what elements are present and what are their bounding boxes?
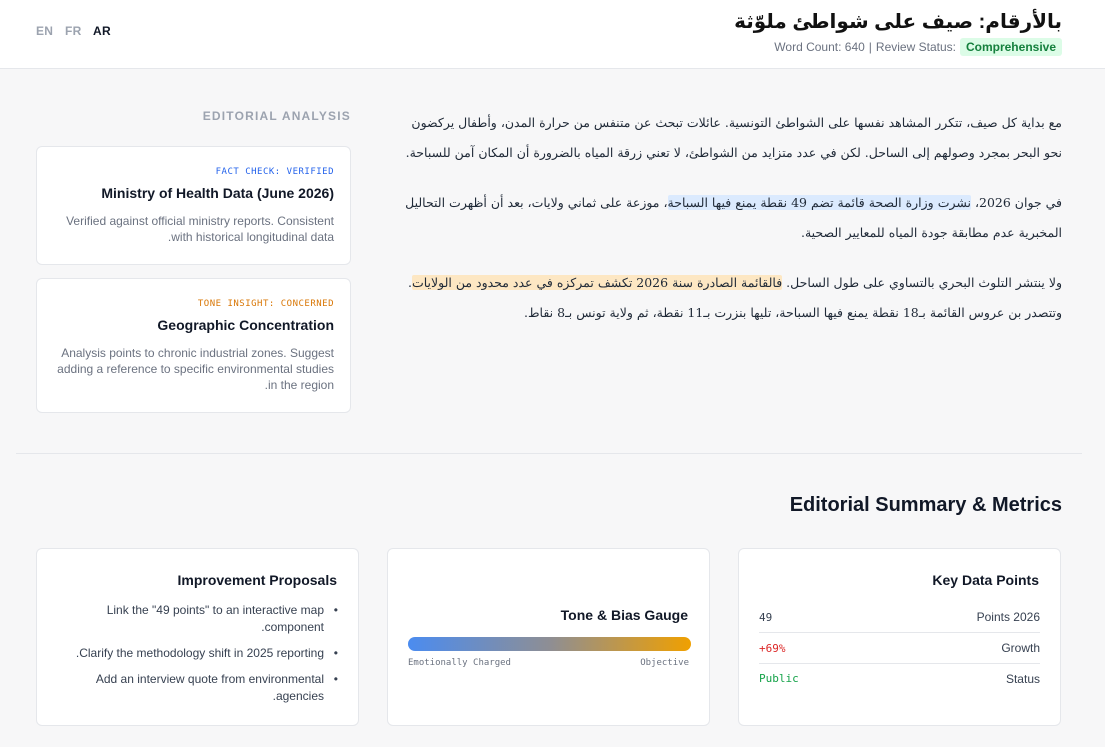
editorial-analysis-heading: EDITORIAL ANALYSIS	[202, 109, 351, 123]
review-status-badge: Comprehensive	[959, 38, 1062, 56]
meta-separator: |	[868, 40, 872, 54]
section-divider	[16, 453, 1082, 454]
review-status-label: Review Status:	[875, 40, 956, 54]
article-paragraph-2: في جوان 2026، نشرت وزارة الصحة قائمة تضم…	[402, 188, 1062, 248]
gauge-left-label: Emotionally Charged	[408, 658, 511, 668]
fact-check-title: Ministry of Health Data (June 2026)	[101, 185, 334, 201]
article-meta: Word Count: 640 | Review Status: Compreh…	[774, 38, 1062, 56]
proposal-item: Clarify the methodology shift in 2025 re…	[58, 645, 338, 662]
key-data-points-title: Key Data Points	[932, 572, 1039, 588]
page-header: EN FR AR بالأرقام: صيف على شواطئ ملوّثة …	[0, 0, 1105, 69]
fact-check-highlight[interactable]: نشرت وزارة الصحة قائمة تضم 49 نقطة يمنع …	[667, 195, 971, 210]
improvement-proposals-card: Improvement Proposals Link the "49 point…	[36, 548, 359, 726]
tone-bias-gauge-title: Tone & Bias Gauge	[560, 607, 688, 623]
tone-bias-gauge-card: Tone & Bias Gauge Emotionally Charged Ob…	[387, 548, 710, 726]
tone-insight-tag: TONE INSIGHT: CONCERNED	[197, 299, 334, 309]
proposal-item: Add an interview quote from environmenta…	[58, 671, 338, 705]
data-point-row: 49 Points 2026	[759, 602, 1040, 633]
data-point-value: 49	[759, 610, 773, 624]
data-point-label: Status	[1005, 671, 1040, 686]
tone-insight-highlight[interactable]: فالقائمة الصادرة سنة 2026 تكشف تمركزه في…	[411, 275, 783, 290]
article-paragraph-1: مع بداية كل صيف، تتكرر المشاهد نفسها على…	[405, 115, 1062, 160]
tone-insight-card[interactable]: TONE INSIGHT: CONCERNED Geographic Conce…	[36, 278, 351, 413]
article-paragraph-3: ولا ينتشر التلوث البحري بالتساوي على طول…	[402, 268, 1062, 328]
gauge-right-label: Objective	[640, 658, 689, 668]
fact-check-body: Verified against official ministry repor…	[66, 214, 334, 244]
data-point-label: Growth	[1001, 641, 1040, 655]
p3-text-before: ولا ينتشر التلوث البحري بالتساوي على طول…	[782, 275, 1062, 290]
lang-ar-button[interactable]: AR	[93, 24, 111, 38]
proposals-list: Link the "49 points" to an interactive m…	[58, 602, 338, 714]
proposal-item: Link the "49 points" to an interactive m…	[58, 602, 338, 636]
article-body: مع بداية كل صيف، تتكرر المشاهد نفسها على…	[402, 108, 1062, 348]
tone-insight-body: Analysis points to chronic industrial zo…	[57, 346, 334, 392]
lang-en-button[interactable]: EN	[36, 24, 53, 38]
data-point-value: Public	[759, 672, 799, 685]
lang-fr-button[interactable]: FR	[65, 24, 82, 38]
key-data-points-card: Key Data Points 49 Points 2026 +69% Grow…	[738, 548, 1061, 726]
data-point-row: Public Status	[759, 663, 1040, 694]
tone-gauge-bar	[408, 637, 691, 651]
summary-title: Editorial Summary & Metrics	[789, 494, 1062, 516]
improvement-proposals-title: Improvement Proposals	[177, 572, 338, 588]
page-title: بالأرقام: صيف على شواطئ ملوّثة	[734, 11, 1062, 33]
data-point-label: Points 2026	[976, 610, 1040, 624]
fact-check-card[interactable]: FACT CHECK: VERIFIED Ministry of Health …	[36, 146, 351, 265]
tone-insight-title: Geographic Concentration	[157, 317, 334, 333]
data-point-value: +69%	[759, 641, 786, 655]
p2-text-before: في جوان 2026،	[970, 195, 1062, 210]
data-point-row: +69% Growth	[759, 633, 1040, 664]
word-count: Word Count: 640	[774, 40, 865, 54]
fact-check-tag: FACT CHECK: VERIFIED	[215, 167, 334, 177]
